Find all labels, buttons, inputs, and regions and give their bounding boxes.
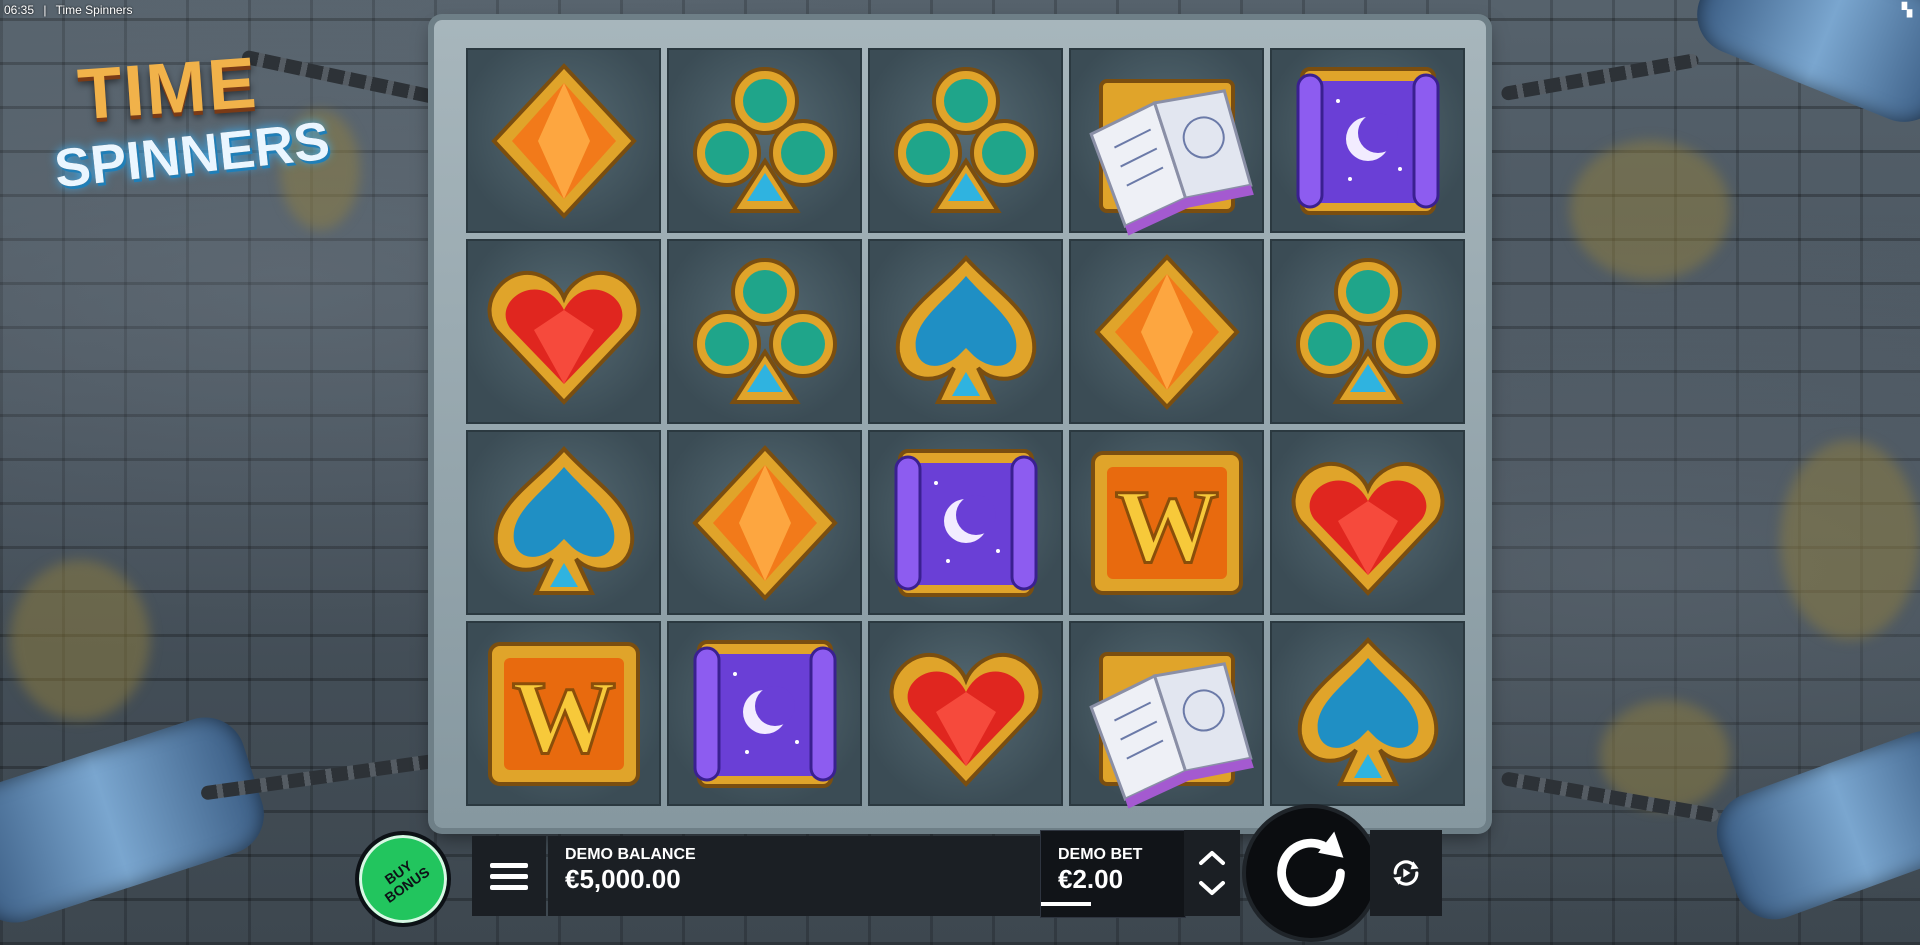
reel-cell (1270, 48, 1465, 233)
reel-cell (466, 239, 661, 424)
red-heart-icon (487, 270, 640, 405)
bet-value: €2.00 (1058, 864, 1124, 894)
orange-diamond-icon (490, 62, 637, 219)
chevron-down-icon[interactable] (1198, 880, 1226, 896)
autoplay-button[interactable] (1370, 830, 1442, 916)
spell-book-icon (1088, 651, 1254, 809)
reel-cell: W (1069, 430, 1264, 615)
reel-cell (667, 239, 862, 424)
reel-cell (667, 48, 862, 233)
reel-cell (466, 48, 661, 233)
red-heart-icon (889, 652, 1042, 787)
orange-diamond-icon (691, 444, 838, 601)
chevron-up-icon[interactable] (1198, 850, 1226, 866)
reel-cell (868, 430, 1063, 615)
reel-cell (667, 621, 862, 806)
provider-icon: ▚ (1902, 2, 1912, 17)
reel-cell (1069, 239, 1264, 424)
reel-grid: W W (466, 48, 1465, 809)
menu-button[interactable] (472, 836, 546, 916)
reel-cell (1270, 430, 1465, 615)
bet-label: DEMO BET (1058, 846, 1143, 863)
moon-scroll-icon (1296, 66, 1439, 215)
spin-button[interactable] (1242, 804, 1380, 942)
reel-cell: W (466, 621, 661, 806)
green-club-icon (692, 257, 837, 404)
reel-cell (466, 430, 661, 615)
hamburger-icon (490, 862, 528, 868)
clock: 06:35 (4, 3, 35, 17)
wild-w-icon: W (487, 641, 640, 786)
wild-w-icon: W (1090, 450, 1243, 595)
window-titlebar: 06:35 | Time Spinners (0, 0, 204, 20)
moon-scroll-icon (894, 448, 1037, 597)
reel-cell (868, 48, 1063, 233)
reel-cell (1270, 239, 1465, 424)
moss-decoration (10, 560, 150, 720)
balance-label: DEMO BALANCE (565, 846, 696, 863)
spell-book-icon (1088, 78, 1254, 236)
moon-scroll-icon (693, 639, 836, 788)
green-club-icon (893, 66, 1038, 213)
reel-cell (1069, 48, 1264, 236)
green-club-icon (1295, 257, 1440, 404)
orange-diamond-icon (1093, 253, 1240, 410)
title-separator: | (43, 3, 47, 17)
moss-decoration (1570, 140, 1730, 280)
game-logo: TIME SPINNERS (48, 43, 333, 218)
bet-level-indicator (1041, 902, 1091, 906)
blue-spade-icon (1297, 636, 1438, 786)
spin-arrow-icon (1277, 831, 1345, 907)
red-heart-icon (1291, 461, 1444, 596)
moss-decoration (1780, 440, 1920, 640)
window-title: Time Spinners (55, 3, 133, 17)
green-club-icon (692, 66, 837, 213)
reel-cell (667, 430, 862, 615)
balance-value: €5,000.00 (565, 864, 681, 894)
reel-cell (868, 239, 1063, 424)
blue-spade-icon (895, 254, 1036, 404)
buy-bonus-label: BUY BONUS (381, 857, 433, 906)
blue-spade-icon (493, 445, 634, 595)
buy-bonus-button[interactable]: BUY BONUS (355, 831, 451, 927)
bet-stepper (1184, 830, 1240, 916)
autoplay-icon (1393, 860, 1419, 886)
svg-text:W: W (1115, 469, 1219, 584)
reel-cell (868, 621, 1063, 806)
reel-cell (1069, 621, 1264, 809)
svg-text:W: W (512, 660, 616, 775)
reel-cell (1270, 621, 1465, 806)
